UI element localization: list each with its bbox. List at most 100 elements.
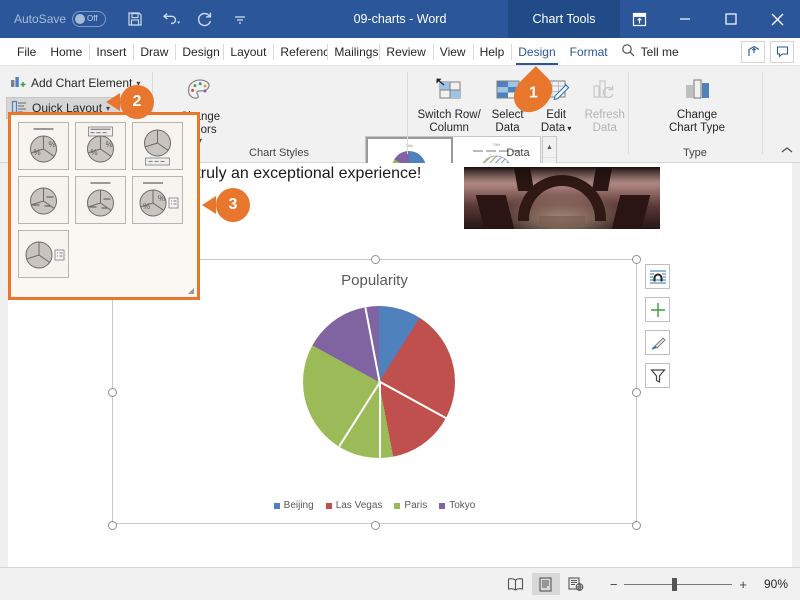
print-layout-icon[interactable] (531, 573, 560, 595)
pie-chart[interactable] (303, 306, 455, 458)
ribbon-display-options-icon[interactable] (616, 0, 662, 38)
tab-draw[interactable]: Draw (133, 38, 175, 66)
legend-item[interactable]: Tokyo (439, 500, 475, 511)
vertical-scrollbar[interactable] (792, 163, 800, 567)
zoom-slider-thumb[interactable] (672, 577, 678, 591)
ribbon-group-label-data: Data (506, 147, 530, 159)
resize-handle-top-center[interactable] (371, 255, 380, 264)
resize-handle-bottom-left[interactable] (108, 521, 117, 530)
collapse-ribbon-button[interactable] (780, 144, 794, 158)
resize-handle-top-right[interactable] (632, 255, 641, 264)
legend-item[interactable]: Beijing (273, 500, 314, 511)
legend-label: Tokyo (449, 500, 476, 511)
search-icon (621, 43, 635, 60)
resize-handle-middle-left[interactable] (108, 388, 117, 397)
switch-row-column-label-line2: Column (429, 122, 469, 134)
zoom-level-label[interactable]: 90% (754, 577, 788, 591)
legend-item[interactable]: Las Vegas (325, 500, 383, 511)
tab-file[interactable]: File (10, 38, 43, 66)
change-chart-type-label-line2: Chart Type (668, 122, 726, 134)
refresh-data-label-line2: Data (592, 122, 617, 134)
pie-slice-divider (364, 307, 381, 383)
pie-graphic[interactable] (303, 306, 455, 458)
add-chart-element-label: Add Chart Element (31, 76, 133, 90)
resize-handle-middle-right[interactable] (632, 388, 641, 397)
minimize-icon[interactable] (662, 0, 708, 38)
change-chart-type-label-line1: Change (676, 109, 718, 121)
palette-icon (185, 77, 215, 108)
tab-references[interactable]: References (273, 38, 327, 66)
restore-icon[interactable] (708, 0, 754, 38)
save-icon[interactable] (124, 8, 146, 30)
tab-mailings[interactable]: Mailings (327, 38, 379, 66)
tab-home[interactable]: Home (43, 38, 89, 66)
autosave-label: AutoSave (14, 12, 67, 26)
tab-design[interactable]: Design (175, 38, 223, 66)
tab-layout[interactable]: Layout (223, 38, 273, 66)
edit-data-label-line2: Data (540, 122, 566, 134)
quick-layout-item-2[interactable]: %% (75, 122, 126, 170)
resize-handle-bottom-center[interactable] (371, 521, 380, 530)
comments-icon[interactable] (770, 40, 794, 63)
quick-layout-item-7[interactable] (18, 230, 69, 278)
autosave-toggle[interactable]: AutoSave Off (14, 11, 107, 27)
read-mode-icon[interactable] (502, 573, 530, 595)
switch-row-column-button[interactable]: Switch Row/Column (416, 72, 482, 135)
change-chart-type-icon (681, 77, 713, 106)
quick-layout-item-4[interactable] (18, 176, 69, 224)
autosave-switch[interactable]: Off (72, 11, 107, 27)
svg-text:%: % (34, 148, 41, 157)
zoom-in-button[interactable]: + (739, 577, 747, 592)
chart-side-buttons (645, 264, 670, 388)
quick-access-toolbar (124, 8, 251, 30)
tell-me-label: Tell me (640, 44, 679, 59)
tab-strip-right-buttons (741, 40, 794, 63)
tell-me-box[interactable]: Tell me (621, 43, 679, 60)
tab-help[interactable]: Help (472, 38, 512, 66)
quick-layout-item-6[interactable]: %% (132, 176, 183, 224)
web-layout-icon[interactable] (562, 573, 590, 595)
zoom-control[interactable]: − + 90% (610, 577, 788, 592)
resize-handle-bottom-right[interactable] (632, 521, 641, 530)
switch-row-column-icon (434, 77, 464, 106)
svg-text:%: % (143, 202, 150, 211)
zoom-slider[interactable] (624, 577, 733, 591)
share-icon[interactable] (741, 40, 765, 63)
tab-view[interactable]: View (432, 38, 473, 66)
redo-icon[interactable] (194, 8, 216, 30)
callout-2-tail (106, 93, 120, 111)
layout-options-icon[interactable] (645, 264, 670, 289)
legend-label: Las Vegas (335, 500, 383, 511)
close-icon[interactable] (754, 0, 800, 38)
pie-slice-divider (338, 381, 381, 447)
pie-slice-divider (379, 382, 381, 458)
tab-insert[interactable]: Insert (89, 38, 133, 66)
chart-legend[interactable]: Beijing Las Vegas Paris Tokyo (113, 500, 636, 511)
tab-chart-design[interactable]: Design (511, 38, 562, 66)
undo-icon[interactable] (159, 8, 181, 30)
title-bar: AutoSave Off 09-charts - Word Chart Tool… (0, 0, 800, 38)
quick-layout-item-5[interactable] (75, 176, 126, 224)
resize-grip-icon[interactable]: ◢ (188, 286, 194, 295)
callout-3-tail (202, 196, 216, 214)
legend-label: Beijing (283, 500, 314, 511)
zoom-out-button[interactable]: − (610, 577, 618, 592)
chart-elements-icon[interactable] (645, 297, 670, 322)
legend-item[interactable]: Paris (394, 500, 427, 511)
svg-text:%: % (91, 148, 98, 157)
contextual-tab-chart-tools: Chart Tools (508, 0, 620, 38)
quick-layout-item-3[interactable] (132, 122, 183, 170)
ribbon-tab-strip: File Home Insert Draw Design Layout Refe… (0, 38, 800, 66)
refresh-data-label-line1: Refresh (584, 109, 625, 121)
tab-chart-format[interactable]: Format (563, 38, 615, 66)
chart-styles-icon[interactable] (645, 330, 670, 355)
tab-review[interactable]: Review (379, 38, 432, 66)
chart-filters-icon[interactable] (645, 363, 670, 388)
customize-qat-icon[interactable] (229, 8, 251, 30)
quick-layout-dropdown[interactable]: %%%%%% ◢ (8, 112, 200, 300)
callout-3: 3 (216, 188, 250, 222)
change-chart-type-button[interactable]: Change Chart Type (655, 72, 739, 135)
eiffel-tower-photo[interactable] (464, 167, 660, 229)
callout-1-number: 1 (528, 84, 538, 101)
quick-layout-item-1[interactable]: %% (18, 122, 69, 170)
